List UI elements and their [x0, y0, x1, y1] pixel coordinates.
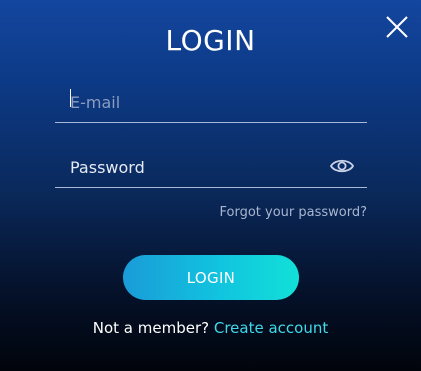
create-account-link[interactable]: Create account: [214, 319, 328, 337]
email-field[interactable]: [55, 82, 367, 123]
show-password-toggle[interactable]: [329, 156, 355, 176]
signup-prompt: Not a member? Create account: [0, 319, 421, 337]
eye-icon: [329, 159, 355, 173]
password-input[interactable]: [70, 147, 320, 187]
email-input[interactable]: [70, 82, 320, 122]
login-button[interactable]: LOGIN: [123, 255, 299, 300]
forgot-password-link[interactable]: Forgot your password?: [219, 205, 367, 220]
text-caret: [70, 89, 71, 107]
dialog-title: LOGIN: [165, 24, 256, 57]
password-field[interactable]: [55, 147, 367, 188]
signup-prompt-text: Not a member?: [92, 319, 210, 337]
